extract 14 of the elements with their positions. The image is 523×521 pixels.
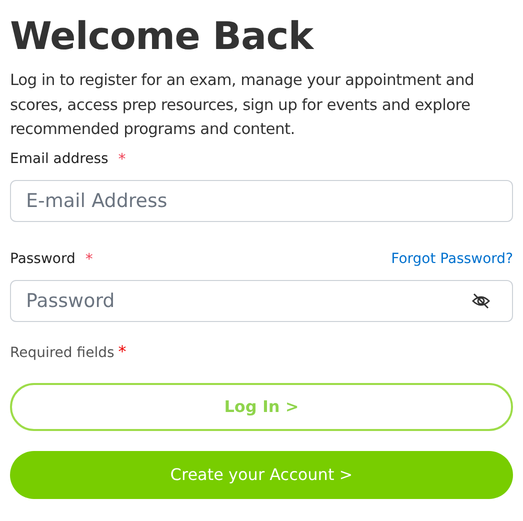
required-asterisk: * (118, 150, 126, 168)
required-fields-note: Required fields (10, 344, 114, 360)
password-field[interactable]: Password (10, 280, 513, 322)
log-in-button[interactable]: Log In > (10, 382, 513, 430)
intro-text: Log in to register for an exam, manage your appointment and scores, access prep resources, sign up for events and explore recommended programs and content. (10, 70, 476, 140)
page-title: Welcome Back (10, 13, 315, 60)
required-asterisk: * (118, 344, 126, 358)
eye-slash-icon[interactable] (471, 292, 491, 308)
email-field[interactable]: E-mail Address (10, 180, 513, 222)
required-asterisk: * (85, 250, 93, 268)
forgot-password-link[interactable]: Forgot Password? (391, 250, 513, 266)
create-account-button[interactable]: Create your Account > (10, 450, 513, 498)
field-label: Password (10, 250, 76, 266)
field-label: Email address (10, 150, 108, 166)
